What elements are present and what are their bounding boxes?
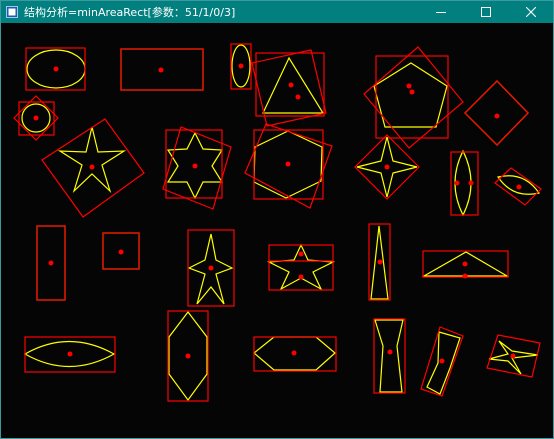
four-point-star-shape-2 [486,334,541,378]
lens-shape-2 [494,167,542,206]
diamond-shape-1 [464,80,529,146]
maximize-icon [480,7,491,17]
close-button[interactable] [508,1,553,23]
min-area-rect-image [13,43,542,402]
triangle-shape-2 [421,250,510,279]
title-bar[interactable]: 结构分析=minAreaRect[参数：51/1/0/3] [1,1,553,23]
minimize-button[interactable] [418,1,463,23]
rectangle-shape-2 [36,225,66,301]
hexagram-shape-1 [162,126,232,210]
lens-shape-1 [450,149,479,217]
four-point-star-shape-1 [354,134,420,200]
ellipse-shape-2 [230,43,252,90]
narrow-triangle-shape-1 [368,223,391,301]
close-icon [525,7,536,17]
pentagon-shape-1 [363,46,464,149]
star-shape-1 [41,118,145,218]
ellipse-shape-1 [25,47,86,91]
hexagon-shape-1 [244,123,333,209]
rectangle-shape-1 [120,48,204,91]
star-shape-2 [187,229,235,307]
hexagon-shape-3 [253,336,337,372]
app-icon [6,6,18,18]
window-title: 结构分析=minAreaRect[参数：51/1/0/3] [24,6,236,19]
minimize-icon [435,12,446,13]
star-shape-3 [266,243,336,291]
triangle-shape-1 [251,49,327,127]
lens-shape-3 [23,336,116,373]
tapered-bar-shape-2 [420,326,464,397]
maximize-button[interactable] [463,1,508,23]
circle-shape-1 [13,95,59,141]
tapered-bar-shape-1 [373,318,406,394]
hexagon-shape-2 [167,310,209,402]
image-canvas [1,23,553,438]
square-shape-1 [102,232,140,270]
app-window: 结构分析=minAreaRect[参数：51/1/0/3] [0,0,554,439]
